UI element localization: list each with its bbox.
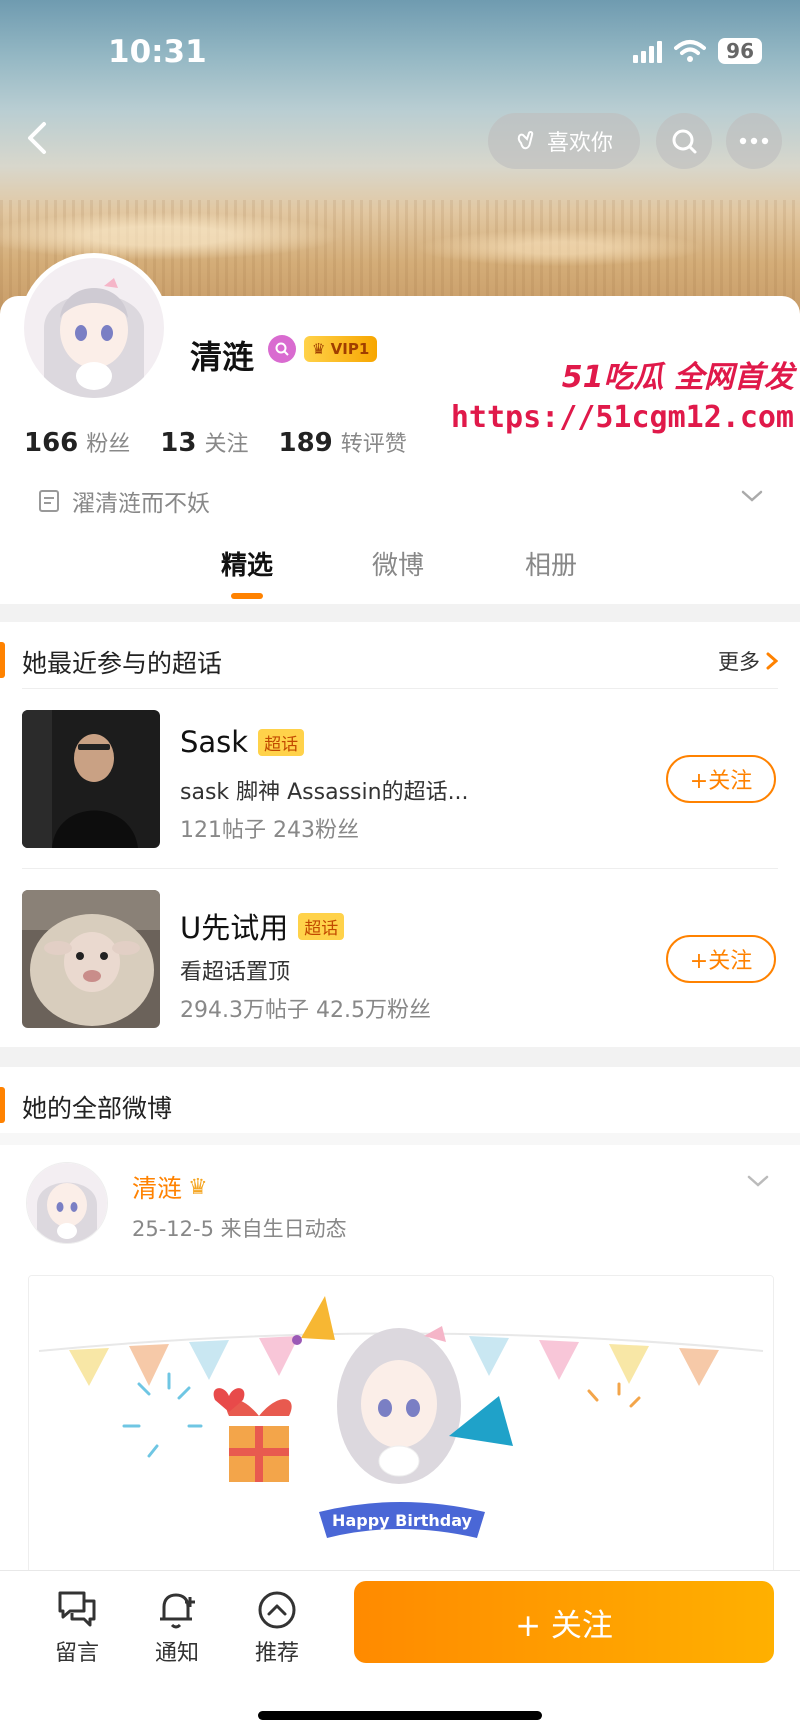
- vip-label: VIP1: [330, 340, 370, 358]
- topic-title: U先试用: [180, 911, 289, 945]
- section-title: 她最近参与的超话: [22, 649, 223, 678]
- search-icon: [672, 129, 697, 154]
- hand-heart-icon: [517, 130, 534, 150]
- stat-number: 166: [24, 428, 79, 458]
- battery-indicator: 96: [718, 38, 762, 64]
- profile-badges: ♛ VIP1: [268, 335, 378, 363]
- comment-label: 留言: [54, 1641, 99, 1666]
- crown-icon: ♛: [188, 1174, 208, 1200]
- topic-thumbnail[interactable]: [22, 710, 160, 848]
- stat-label: 转评赞: [340, 432, 407, 457]
- comment-button[interactable]: 留言: [42, 1589, 112, 1667]
- topic-description: 看超话置顶: [180, 960, 291, 985]
- tab-featured[interactable]: 精选: [221, 545, 273, 582]
- chevron-down-icon[interactable]: [740, 488, 764, 504]
- tab-album[interactable]: 相册: [525, 545, 577, 582]
- notify-button[interactable]: 通知: [142, 1589, 212, 1667]
- stat-number: 189: [278, 428, 333, 458]
- profile-bio[interactable]: 濯清涟而不妖: [38, 484, 210, 518]
- profile-stats: 166 粉丝 13 关注 189 转评赞: [24, 426, 407, 458]
- bell-plus-icon: [160, 1593, 195, 1629]
- stat-interactions[interactable]: 189 转评赞: [279, 426, 407, 458]
- profile-tabs: 精选 微博 相册: [0, 545, 800, 605]
- chevron-down-icon[interactable]: [746, 1173, 770, 1189]
- more-dots-icon: [739, 137, 769, 145]
- notify-label: 通知: [154, 1641, 199, 1666]
- profile-name: 清涟: [190, 338, 255, 376]
- status-icons: 96: [633, 38, 762, 64]
- more-label: 更多: [718, 650, 760, 674]
- wifi-icon: [674, 40, 707, 62]
- posts-section: 她的全部微博 清涟 ♛ 25-12-5 来自生日动态 Happy Birthda…: [0, 1067, 800, 1589]
- divider: [0, 1133, 800, 1145]
- topic-name[interactable]: Sask 超话: [180, 725, 305, 759]
- active-tab-indicator: [231, 593, 263, 599]
- topic-name[interactable]: U先试用 超话: [180, 905, 345, 947]
- follow-button[interactable]: + 关注: [354, 1581, 774, 1663]
- like-you-button[interactable]: 喜欢你: [488, 113, 640, 169]
- topic-stats: 121帖子 243粉丝: [180, 818, 359, 843]
- back-icon[interactable]: [18, 118, 58, 158]
- home-indicator: [258, 1711, 542, 1720]
- status-time: 10:31: [108, 34, 207, 70]
- watermark: 51吃瓜 全网首发 https://51cgm12.com: [451, 352, 794, 435]
- search-button[interactable]: [656, 113, 712, 169]
- verified-badge-icon[interactable]: [268, 335, 296, 363]
- post-author-name: 清涟: [132, 1174, 183, 1203]
- post-author[interactable]: 清涟 ♛: [132, 1169, 208, 1205]
- tab-weibo[interactable]: 微博: [372, 545, 424, 582]
- document-icon: [39, 490, 59, 512]
- topic-description: sask 脚神 Assassin的超话...: [180, 780, 469, 805]
- chevron-up-circle-icon: [258, 1591, 296, 1629]
- supertopic-tag: 超话: [298, 912, 345, 940]
- avatar[interactable]: [24, 258, 164, 398]
- topic-stats: 294.3万帖子 42.5万粉丝: [180, 998, 431, 1023]
- recommend-label: 推荐: [254, 1641, 299, 1666]
- stat-fans[interactable]: 166 粉丝: [24, 426, 130, 458]
- topic-thumbnail[interactable]: [22, 890, 160, 1028]
- section-title: 她的全部微博: [22, 1094, 173, 1123]
- bottom-action-bar: 留言 通知 推荐 + 关注: [0, 1570, 800, 1736]
- more-link[interactable]: 更多: [718, 646, 778, 676]
- post-image[interactable]: Happy Birthday: [28, 1275, 774, 1589]
- watermark-url: https://51cgm12.com: [450, 400, 794, 435]
- divider: [22, 688, 778, 689]
- comment-icon: [58, 1591, 96, 1627]
- supertopic-tag: 超话: [258, 728, 305, 756]
- vip-badge[interactable]: ♛ VIP1: [304, 336, 378, 362]
- supertopics-section: 她最近参与的超话 更多 Sask 超话 sask 脚神 Assassin的超话.…: [0, 622, 800, 1047]
- post-avatar[interactable]: [26, 1162, 108, 1244]
- chevron-right-icon: [766, 652, 778, 670]
- signal-icon: [633, 39, 663, 63]
- bio-text: 濯清涟而不妖: [72, 491, 210, 517]
- topic-follow-button[interactable]: +关注: [666, 935, 776, 983]
- birthday-banner-text: Happy Birthday: [332, 1511, 472, 1530]
- stat-following[interactable]: 13 关注: [160, 426, 248, 458]
- stat-label: 粉丝: [86, 432, 131, 457]
- recommend-button[interactable]: 推荐: [242, 1589, 312, 1667]
- section-accent-bar: [0, 1087, 5, 1123]
- more-options-button[interactable]: [726, 113, 782, 169]
- topic-follow-button[interactable]: +关注: [666, 755, 776, 803]
- section-accent-bar: [0, 642, 5, 678]
- like-you-label: 喜欢你: [546, 131, 613, 156]
- watermark-title: 51吃瓜 全网首发: [561, 360, 794, 395]
- stat-number: 13: [160, 428, 197, 458]
- post-meta: 25-12-5 来自生日动态: [132, 1217, 347, 1241]
- divider: [22, 868, 778, 869]
- topic-title: Sask: [180, 725, 249, 759]
- stat-label: 关注: [204, 432, 249, 457]
